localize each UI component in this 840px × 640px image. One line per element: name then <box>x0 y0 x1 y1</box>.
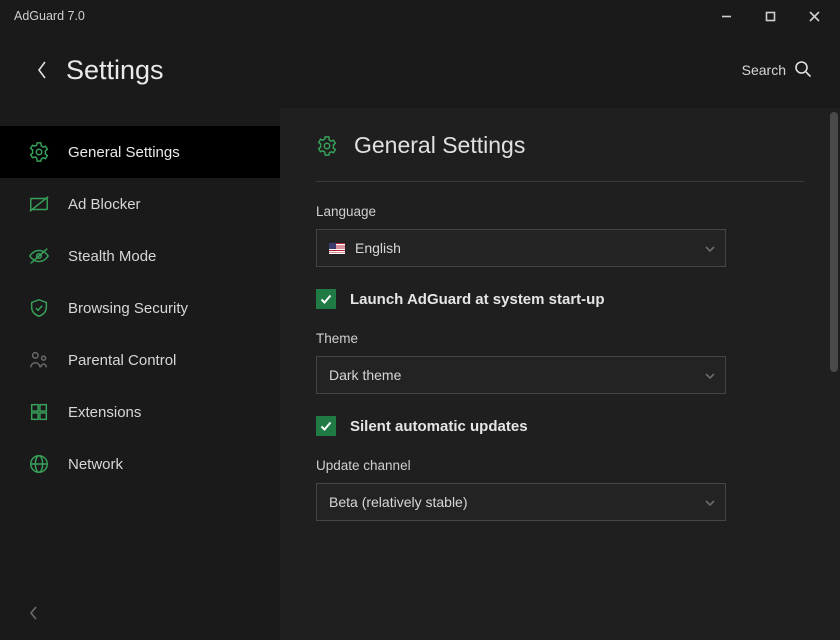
launch-at-startup-row[interactable]: Launch AdGuard at system start-up <box>316 289 804 309</box>
minimize-button[interactable] <box>704 2 748 30</box>
sidebar-item-adblocker[interactable]: Ad Blocker <box>0 178 280 230</box>
chevron-down-icon <box>705 494 715 510</box>
titlebar: AdGuard 7.0 <box>0 0 840 32</box>
divider <box>316 181 804 182</box>
sidebar-collapse-button[interactable] <box>0 588 280 640</box>
gear-icon <box>316 135 338 157</box>
sidebar-item-extensions[interactable]: Extensions <box>0 386 280 438</box>
search-label: Search <box>742 62 786 78</box>
extensions-icon <box>28 401 50 423</box>
maximize-button[interactable] <box>748 2 792 30</box>
theme-value: Dark theme <box>329 367 401 383</box>
flag-us-icon <box>329 243 345 254</box>
launch-label: Launch AdGuard at system start-up <box>350 291 605 308</box>
gear-icon <box>28 141 50 163</box>
language-label: Language <box>316 204 804 219</box>
sidebar-item-label: Network <box>68 456 256 473</box>
channel-select[interactable]: Beta (relatively stable) <box>316 483 726 521</box>
sidebar-item-label: Extensions <box>68 404 256 421</box>
eye-off-icon <box>28 245 50 267</box>
page-title: Settings <box>66 55 164 86</box>
shield-icon <box>28 297 50 319</box>
sidebar-item-label: Parental Control <box>68 352 256 369</box>
theme-label: Theme <box>316 331 804 346</box>
checkbox-checked-icon <box>316 416 336 436</box>
chevron-down-icon <box>705 240 715 256</box>
parental-icon <box>28 349 50 371</box>
window-title: AdGuard 7.0 <box>14 9 85 23</box>
panel-heading: General Settings <box>354 132 525 159</box>
channel-value: Beta (relatively stable) <box>329 494 468 510</box>
page-header: Settings Search <box>0 32 840 108</box>
language-select[interactable]: English <box>316 229 726 267</box>
sidebar-item-stealth[interactable]: Stealth Mode <box>0 230 280 282</box>
back-button[interactable] <box>28 56 56 84</box>
close-button[interactable] <box>792 2 836 30</box>
scrollbar[interactable] <box>830 112 838 372</box>
sidebar-item-network[interactable]: Network <box>0 438 280 490</box>
sidebar: General Settings Ad Blocker Stealth Mode… <box>0 108 280 640</box>
sidebar-item-label: Stealth Mode <box>68 248 256 265</box>
language-value: English <box>355 240 401 256</box>
settings-panel: General Settings Language English Launch… <box>280 108 840 640</box>
chevron-down-icon <box>705 367 715 383</box>
sidebar-item-label: Browsing Security <box>68 300 256 317</box>
silent-label: Silent automatic updates <box>350 418 528 435</box>
sidebar-item-general[interactable]: General Settings <box>0 126 280 178</box>
checkbox-checked-icon <box>316 289 336 309</box>
chevron-left-icon <box>28 604 40 625</box>
silent-updates-row[interactable]: Silent automatic updates <box>316 416 804 436</box>
channel-label: Update channel <box>316 458 804 473</box>
sidebar-item-security[interactable]: Browsing Security <box>0 282 280 334</box>
sidebar-item-label: General Settings <box>68 144 256 161</box>
search-button[interactable]: Search <box>742 60 812 81</box>
adblock-icon <box>28 193 50 215</box>
theme-select[interactable]: Dark theme <box>316 356 726 394</box>
sidebar-item-parental[interactable]: Parental Control <box>0 334 280 386</box>
search-icon <box>794 60 812 81</box>
globe-icon <box>28 453 50 475</box>
sidebar-item-label: Ad Blocker <box>68 196 256 213</box>
